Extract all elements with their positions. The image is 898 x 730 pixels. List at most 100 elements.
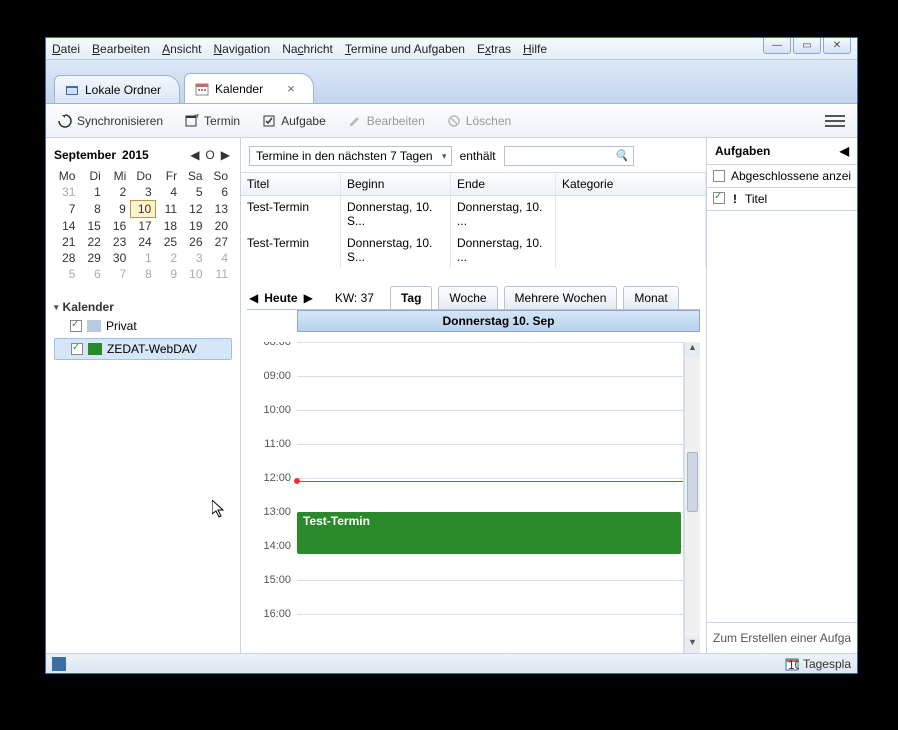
today-label[interactable]: Heute bbox=[264, 291, 297, 305]
mini-calendar[interactable]: MoDiMiDoFrSaSo 3112345678910111213141516… bbox=[54, 168, 232, 282]
minical-day[interactable]: 12 bbox=[181, 201, 206, 218]
calendar-checkbox[interactable] bbox=[71, 343, 83, 355]
minical-day[interactable]: 6 bbox=[79, 266, 104, 282]
new-task-button[interactable]: Aufgabe bbox=[258, 111, 330, 131]
tab-close-icon[interactable]: × bbox=[287, 81, 295, 96]
minical-day[interactable]: 1 bbox=[79, 184, 104, 201]
menu-termine[interactable]: Termine und Aufgaben bbox=[345, 42, 465, 56]
time-slot[interactable] bbox=[297, 444, 683, 478]
time-slot[interactable] bbox=[297, 376, 683, 410]
minical-day[interactable]: 22 bbox=[79, 234, 104, 250]
minical-day[interactable]: 24 bbox=[130, 234, 155, 250]
maximize-button[interactable]: ▭ bbox=[793, 38, 821, 54]
minical-day[interactable]: 9 bbox=[105, 201, 130, 218]
menu-datei[interactable]: Datei bbox=[52, 42, 80, 56]
minical-day[interactable]: 18 bbox=[156, 218, 181, 235]
minical-day[interactable]: 16 bbox=[105, 218, 130, 235]
time-slot[interactable] bbox=[297, 478, 683, 512]
collapse-icon[interactable]: ◀ bbox=[840, 144, 849, 158]
minical-day[interactable]: 25 bbox=[156, 234, 181, 250]
view-tab-day[interactable]: Tag bbox=[390, 286, 432, 309]
day-column[interactable]: Test-Termin bbox=[297, 342, 684, 653]
minical-day[interactable]: 10 bbox=[181, 266, 206, 282]
minical-day[interactable]: 11 bbox=[207, 266, 232, 282]
calendar-item[interactable]: Privat bbox=[54, 316, 232, 336]
minical-day[interactable]: 29 bbox=[79, 250, 104, 266]
calendar-checkbox[interactable] bbox=[70, 320, 82, 332]
minical-day[interactable]: 7 bbox=[105, 266, 130, 282]
time-slot[interactable] bbox=[297, 580, 683, 614]
scrollbar[interactable]: ▲ ▼ bbox=[684, 342, 700, 653]
col-end[interactable]: Ende bbox=[451, 173, 556, 195]
col-begin[interactable]: Beginn bbox=[341, 173, 451, 195]
minical-day[interactable]: 5 bbox=[54, 266, 79, 282]
menu-hilfe[interactable]: Hilfe bbox=[523, 42, 547, 56]
next-month-button[interactable]: ▶ bbox=[219, 148, 232, 162]
minical-day[interactable]: 20 bbox=[207, 218, 232, 235]
minical-day[interactable]: 30 bbox=[105, 250, 130, 266]
time-slot[interactable] bbox=[297, 342, 683, 376]
tab-calendar[interactable]: Kalender × bbox=[184, 73, 314, 103]
minical-day[interactable]: 13 bbox=[207, 201, 232, 218]
minical-day[interactable]: 11 bbox=[156, 201, 181, 218]
minical-day[interactable]: 7 bbox=[54, 201, 79, 218]
minical-day[interactable]: 3 bbox=[130, 184, 155, 201]
minical-day[interactable]: 19 bbox=[181, 218, 206, 235]
priority-col-icon[interactable]: ! bbox=[733, 192, 737, 206]
prev-day-button[interactable]: ◀ bbox=[249, 291, 258, 305]
task-check-col[interactable]: ✓ bbox=[713, 192, 725, 204]
next-day-button[interactable]: ▶ bbox=[304, 291, 313, 305]
menu-bearbeiten[interactable]: Bearbeiten bbox=[92, 42, 150, 56]
minical-day[interactable]: 17 bbox=[130, 218, 155, 235]
minical-day[interactable]: 23 bbox=[105, 234, 130, 250]
minical-day[interactable]: 28 bbox=[54, 250, 79, 266]
task-title-col[interactable]: Titel bbox=[745, 192, 767, 206]
minical-day[interactable]: 21 bbox=[54, 234, 79, 250]
minical-day[interactable]: 26 bbox=[181, 234, 206, 250]
minical-day[interactable]: 6 bbox=[207, 184, 232, 201]
minical-day[interactable]: 9 bbox=[156, 266, 181, 282]
minical-day[interactable]: 4 bbox=[156, 184, 181, 201]
menu-navigation[interactable]: Navigation bbox=[213, 42, 270, 56]
minical-day[interactable]: 5 bbox=[181, 184, 206, 201]
menu-extras[interactable]: Extras bbox=[477, 42, 511, 56]
view-tab-multiweek[interactable]: Mehrere Wochen bbox=[504, 286, 618, 309]
time-slot[interactable] bbox=[297, 410, 683, 444]
sync-button[interactable]: Synchronisieren bbox=[54, 111, 167, 131]
minical-day[interactable]: 1 bbox=[130, 250, 155, 266]
close-button[interactable]: ✕ bbox=[823, 38, 851, 54]
show-completed-checkbox[interactable] bbox=[713, 170, 725, 182]
today-button[interactable]: O bbox=[203, 148, 216, 162]
minical-day[interactable]: 8 bbox=[130, 266, 155, 282]
calendar-event[interactable]: Test-Termin bbox=[297, 512, 681, 554]
scroll-thumb[interactable] bbox=[687, 452, 698, 512]
minical-day[interactable]: 3 bbox=[181, 250, 206, 266]
menu-ansicht[interactable]: Ansicht bbox=[162, 42, 201, 56]
new-event-button[interactable]: + Termin bbox=[181, 111, 244, 131]
minical-day[interactable]: 8 bbox=[79, 201, 104, 218]
minical-day[interactable]: 15 bbox=[79, 218, 104, 235]
minical-day[interactable]: 31 bbox=[54, 184, 79, 201]
prev-month-button[interactable]: ◀ bbox=[188, 148, 201, 162]
minical-day[interactable]: 27 bbox=[207, 234, 232, 250]
calendar-tree-header[interactable]: Kalender bbox=[54, 300, 232, 314]
minical-day[interactable]: 10 bbox=[130, 201, 155, 218]
minimize-button[interactable]: — bbox=[763, 38, 791, 54]
minical-day[interactable]: 14 bbox=[54, 218, 79, 235]
view-tab-week[interactable]: Woche bbox=[438, 286, 497, 309]
view-tab-month[interactable]: Monat bbox=[623, 286, 678, 309]
col-category[interactable]: Kategorie bbox=[556, 173, 706, 195]
minical-day[interactable]: 2 bbox=[105, 184, 130, 201]
col-title[interactable]: Titel bbox=[241, 173, 341, 195]
event-list-row[interactable]: Test-TerminDonnerstag, 10. S...Donnersta… bbox=[241, 196, 706, 232]
menu-icon[interactable] bbox=[825, 115, 845, 127]
minical-day[interactable]: 4 bbox=[207, 250, 232, 266]
tab-local-folders[interactable]: Lokale Ordner bbox=[54, 75, 180, 103]
calendar-item[interactable]: ZEDAT-WebDAV bbox=[54, 338, 232, 360]
menu-nachricht[interactable]: Nachricht bbox=[282, 42, 333, 56]
range-dropdown[interactable]: Termine in den nächsten 7 Tagen bbox=[249, 146, 452, 166]
search-input[interactable]: 🔍 bbox=[504, 146, 634, 166]
event-list-row[interactable]: Test-TerminDonnerstag, 10. S...Donnersta… bbox=[241, 232, 706, 268]
minical-day[interactable]: 2 bbox=[156, 250, 181, 266]
time-slot[interactable] bbox=[297, 614, 683, 648]
